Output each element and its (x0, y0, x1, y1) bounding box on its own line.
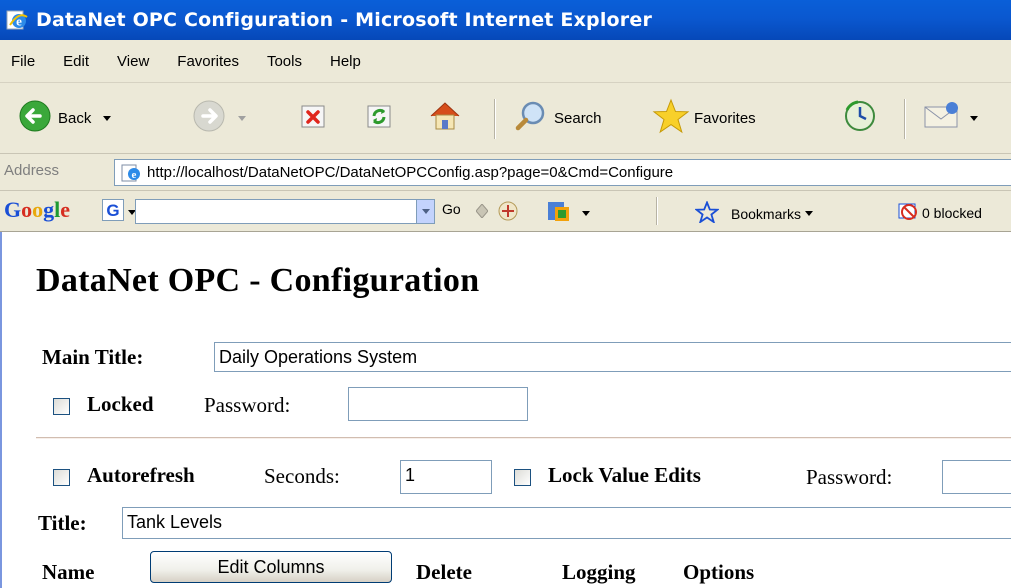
lock-value-edits-checkbox[interactable] (514, 469, 531, 486)
chevron-down-icon[interactable] (582, 210, 590, 216)
google-menu-button[interactable]: G (102, 199, 136, 225)
back-button[interactable]: Back (18, 83, 112, 153)
search-icon (514, 99, 548, 137)
page-content: DataNet OPC - Configuration Main Title: … (0, 232, 1011, 588)
pagerank-icon (546, 199, 572, 227)
google-logo-letter: e (60, 197, 71, 222)
search-label: Search (554, 109, 602, 127)
chevron-down-icon[interactable] (970, 115, 978, 121)
page-title: DataNet OPC - Configuration (36, 262, 480, 299)
google-go-button[interactable]: Go (442, 201, 461, 217)
password-label: Password: (204, 393, 291, 417)
google-options-icon[interactable] (475, 203, 489, 219)
home-button[interactable] (428, 83, 462, 153)
bookmarks-label: Bookmarks (731, 205, 802, 222)
stop-icon (300, 102, 328, 134)
stop-button[interactable] (300, 83, 328, 153)
locked-checkbox[interactable] (53, 398, 70, 415)
svg-text:e: e (132, 169, 137, 181)
google-logo[interactable]: Google (4, 197, 70, 223)
star-outline-icon (693, 200, 721, 226)
google-logo-letter: o (32, 197, 44, 222)
seconds-input[interactable]: 1 (400, 460, 492, 494)
home-icon (428, 99, 462, 137)
popup-blocker-icon (898, 201, 920, 224)
title-input[interactable]: Tank Levels (122, 507, 1011, 539)
toolbar-separator (656, 197, 658, 225)
favorites-button[interactable]: Favorites (652, 83, 756, 153)
forward-arrow-icon (192, 99, 226, 137)
mail-icon (922, 99, 962, 137)
pagerank-button[interactable] (546, 199, 590, 227)
search-button[interactable]: Search (514, 83, 602, 153)
address-bar: Address e http://localhost/DataNetOPC/Da… (0, 154, 1011, 191)
chevron-down-icon[interactable] (103, 115, 112, 121)
options-column-header: Options (683, 560, 755, 584)
edit-columns-button[interactable]: Edit Columns (150, 551, 392, 583)
google-g-icon: G (102, 199, 124, 225)
popup-blocker-button[interactable]: 0 blocked (898, 201, 982, 224)
menu-edit[interactable]: Edit (49, 53, 103, 70)
refresh-icon (366, 102, 394, 134)
logging-column-header: Logging (562, 560, 636, 584)
menu-favorites[interactable]: Favorites (163, 53, 253, 70)
google-toolbar: Google G Go Bookmarks 0 blocked (0, 191, 1011, 232)
menu-view[interactable]: View (103, 53, 163, 70)
blocked-label: 0 blocked (922, 204, 982, 221)
menu-bar: File Edit View Favorites Tools Help (0, 40, 1011, 83)
svg-text:G: G (106, 201, 119, 220)
toolbar-separator (904, 99, 906, 139)
forward-button[interactable] (192, 83, 246, 153)
chevron-down-icon (421, 209, 430, 214)
standard-toolbar: Back Search Favorites (0, 83, 1011, 154)
title-label: Title: (38, 511, 87, 535)
password2-label: Password: (806, 465, 893, 489)
chevron-down-icon[interactable] (238, 115, 246, 121)
google-search-input[interactable] (135, 199, 435, 224)
star-icon (652, 98, 690, 138)
main-title-label: Main Title: (42, 345, 144, 369)
google-logo-letter: g (43, 197, 55, 222)
section-divider (36, 437, 1011, 439)
google-search-dropdown[interactable] (416, 200, 434, 223)
autorefresh-label: Autorefresh (87, 463, 195, 487)
page-icon: e (121, 164, 141, 182)
window-title: DataNet OPC Configuration - Microsoft In… (36, 9, 653, 31)
news-icon[interactable] (496, 200, 524, 226)
address-url: http://localhost/DataNetOPC/DataNetOPCCo… (147, 164, 674, 181)
main-title-input[interactable]: Daily Operations System (214, 342, 1011, 372)
refresh-button[interactable] (366, 83, 394, 153)
window-title-bar[interactable]: e DataNet OPC Configuration - Microsoft … (0, 0, 1011, 40)
back-label: Back (58, 109, 92, 127)
toolbar-separator (494, 99, 496, 139)
password-input[interactable] (348, 387, 528, 421)
locked-label: Locked (87, 392, 154, 416)
mail-button[interactable] (922, 83, 978, 153)
seconds-label: Seconds: (264, 464, 340, 488)
favorites-label: Favorites (694, 109, 756, 127)
bookmarks-button[interactable]: Bookmarks (693, 200, 814, 226)
lock-value-edits-label: Lock Value Edits (548, 463, 701, 487)
history-button[interactable] (842, 83, 878, 153)
address-label: Address (4, 162, 60, 179)
back-arrow-icon (18, 99, 52, 137)
address-input[interactable]: e http://localhost/DataNetOPC/DataNetOPC… (114, 159, 1011, 186)
menu-file[interactable]: File (0, 53, 49, 70)
google-logo-letter: o (21, 197, 33, 222)
menu-help[interactable]: Help (316, 53, 375, 70)
delete-column-header: Delete (416, 560, 472, 584)
google-logo-letter: G (4, 197, 22, 222)
menu-tools[interactable]: Tools (253, 53, 316, 70)
name-column-header: Name (42, 560, 95, 584)
history-icon (842, 98, 878, 138)
chevron-down-icon (805, 211, 814, 216)
password2-input[interactable] (942, 460, 1011, 494)
ie-page-icon: e (6, 9, 28, 31)
autorefresh-checkbox[interactable] (53, 469, 70, 486)
